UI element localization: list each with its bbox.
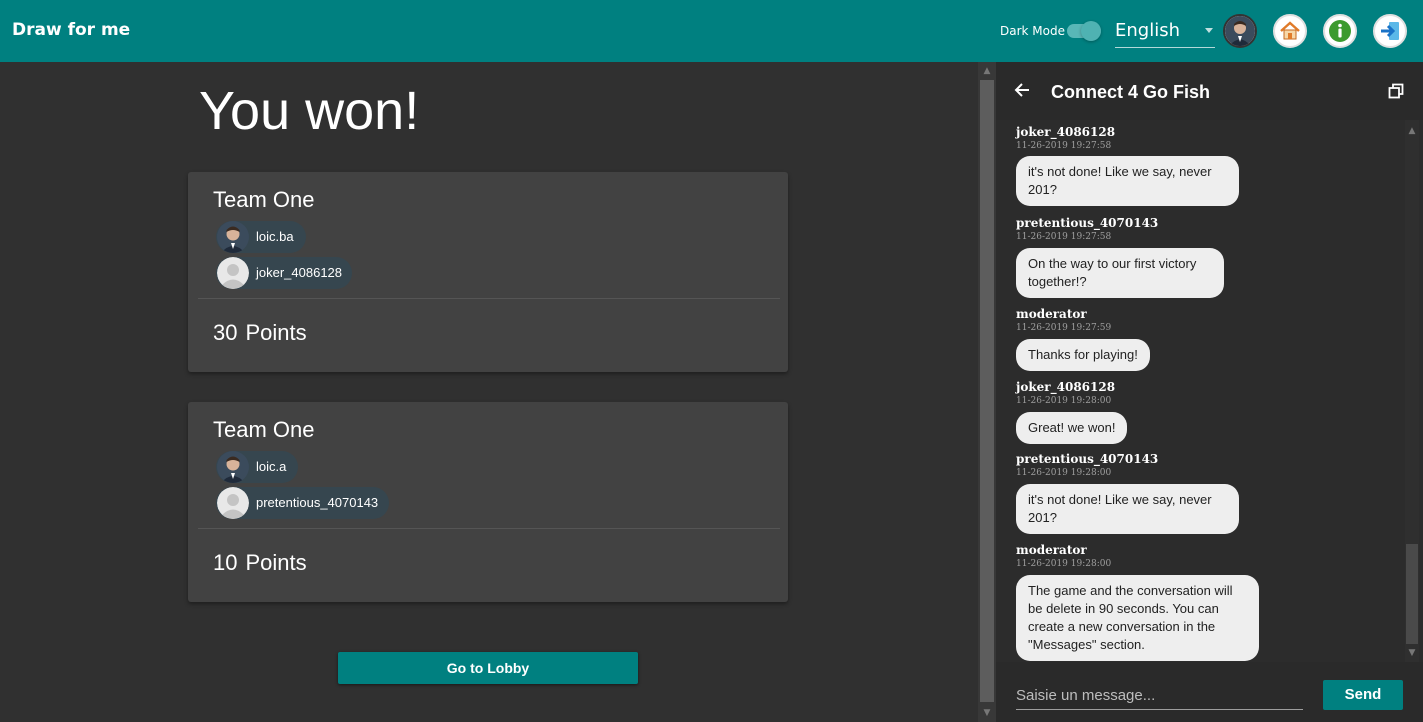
user-photo-icon: [1225, 16, 1255, 46]
team-name: Team One: [213, 187, 315, 212]
message-timestamp: 11-26-2019 19:28:00: [1016, 396, 1112, 406]
message-author: pretentious_4070143: [1016, 216, 1159, 230]
message-bubble: Great! we won!: [1016, 412, 1128, 444]
go-to-lobby-button[interactable]: Go to Lobby: [338, 652, 638, 684]
message-author: moderator: [1016, 307, 1087, 321]
scroll-down-icon[interactable]: ▼: [982, 708, 992, 718]
popout-window-icon[interactable]: [1388, 83, 1404, 99]
player-name: loic.a: [256, 459, 287, 474]
points-value: 30: [213, 320, 238, 345]
card-divider: [198, 298, 780, 299]
default-avatar-icon: [217, 487, 249, 519]
message-author: joker_4086128: [1016, 125, 1116, 139]
player-name: pretentious_4070143: [256, 495, 379, 510]
message-bubble: it's not done! Like we say, never 201?: [1016, 484, 1239, 534]
user-avatar[interactable]: [1223, 14, 1257, 48]
chat-scrollbar-thumb[interactable]: [1406, 544, 1418, 644]
player-chip: loic.a: [216, 451, 298, 483]
home-button[interactable]: [1273, 14, 1307, 48]
scroll-up-icon[interactable]: ▲: [982, 66, 992, 76]
top-app-bar: Draw for me Dark Mode English: [0, 0, 1423, 62]
player-chip: pretentious_4070143: [216, 487, 389, 519]
message-input-wrapper: [1016, 682, 1303, 710]
player-name: loic.ba: [256, 229, 294, 244]
scroll-up-icon[interactable]: ▲: [1407, 126, 1417, 136]
main-scrollbar[interactable]: ▲ ▼: [978, 62, 996, 722]
points-label: Points: [245, 320, 307, 345]
card-divider: [198, 528, 780, 529]
message-input[interactable]: [1016, 682, 1303, 709]
avatar: [217, 221, 249, 253]
info-button[interactable]: [1323, 14, 1357, 48]
message-bubble: Thanks for playing!: [1016, 339, 1150, 371]
scroll-down-icon[interactable]: ▼: [1407, 648, 1417, 658]
main-scrollbar-thumb[interactable]: [980, 80, 994, 702]
app-title: Draw for me: [12, 20, 131, 40]
team-points: 10 Points: [213, 550, 315, 576]
points-value: 10: [213, 550, 238, 575]
home-icon: [1280, 21, 1300, 40]
points-label: Points: [245, 550, 307, 575]
message-author: joker_4086128: [1016, 380, 1116, 394]
message-list: joker_4086128 11-26-2019 19:27:58 it's n…: [996, 120, 1423, 662]
dark-mode-toggle-knob[interactable]: [1081, 21, 1101, 41]
chevron-down-icon: [1205, 28, 1213, 33]
default-avatar-icon: [217, 257, 249, 289]
language-select-value: English: [1115, 20, 1180, 41]
logout-icon: [1381, 22, 1399, 40]
message-bubble: it's not done! Like we say, never 201?: [1016, 156, 1239, 206]
player-chip: joker_4086128: [216, 257, 352, 289]
team-points: 30 Points: [213, 320, 315, 346]
logout-button[interactable]: [1373, 14, 1407, 48]
message-author: moderator: [1016, 543, 1087, 557]
message-timestamp: 11-26-2019 19:27:58: [1016, 141, 1112, 151]
page-title: You won!: [199, 81, 420, 141]
results-area: You won! Team One loic.ba joker_4086128 …: [0, 62, 978, 722]
chat-scrollbar[interactable]: ▲ ▼: [1405, 120, 1419, 662]
player-name: joker_4086128: [256, 265, 343, 280]
dark-mode-label: Dark Mode: [1000, 24, 1065, 38]
language-select[interactable]: English: [1115, 16, 1215, 48]
message-timestamp: 11-26-2019 19:27:59: [1016, 323, 1112, 333]
player-chip: loic.ba: [216, 221, 306, 253]
back-arrow-icon[interactable]: [1012, 80, 1032, 100]
chat-header: Connect 4 Go Fish: [996, 62, 1423, 120]
message-timestamp: 11-26-2019 19:28:00: [1016, 559, 1112, 569]
team-card: Team One loic.ba joker_4086128 30 Points: [188, 172, 788, 372]
send-button[interactable]: Send: [1323, 680, 1403, 710]
chat-panel: Connect 4 Go Fish joker_4086128 11-26-20…: [996, 62, 1423, 722]
avatar: [217, 451, 249, 483]
message-author: pretentious_4070143: [1016, 452, 1159, 466]
message-bubble: The game and the conversation will be de…: [1016, 575, 1259, 661]
team-name: Team One: [213, 417, 315, 442]
message-timestamp: 11-26-2019 19:28:00: [1016, 468, 1112, 478]
message-timestamp: 11-26-2019 19:27:58: [1016, 232, 1112, 242]
message-bubble: On the way to our first victory together…: [1016, 248, 1224, 298]
info-icon: [1329, 20, 1351, 42]
chat-title: Connect 4 Go Fish: [1051, 82, 1211, 102]
team-card: Team One loic.a pretentious_4070143 10 P…: [188, 402, 788, 602]
